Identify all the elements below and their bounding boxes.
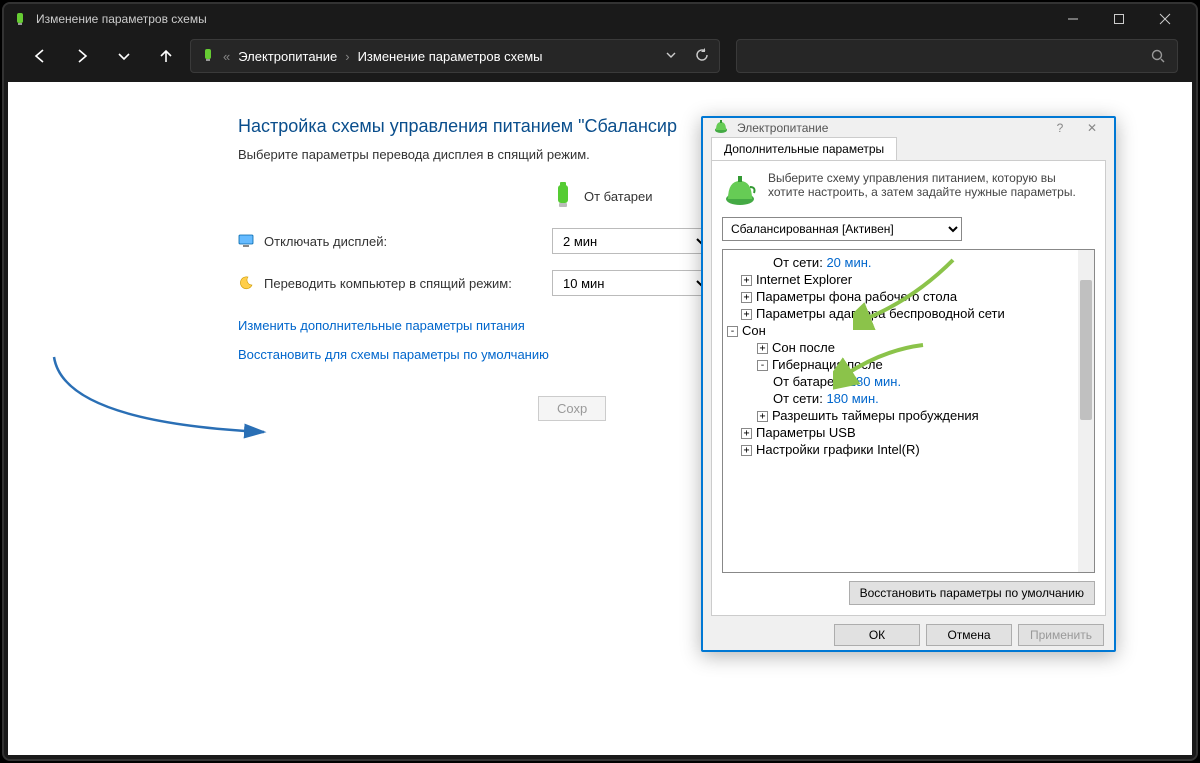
display-timeout-select[interactable]: 2 мин [552,228,710,254]
tree-node-intel[interactable]: +Настройки графики Intel(R) [741,441,1092,458]
dialog-close-button[interactable]: ✕ [1080,121,1104,135]
kettle-icon [713,118,729,137]
monitor-icon [238,233,254,249]
tree-node-hib-network[interactable]: От сети: 180 мин. [773,390,1092,407]
dialog-title: Электропитание [737,121,828,135]
search-bar[interactable] [736,39,1178,73]
tree-node-hibernate-after[interactable]: -Гибернация после [757,356,1092,373]
dialog-tab-advanced[interactable]: Дополнительные параметры [711,137,897,160]
navbar: « Электропитание › Изменение параметров … [4,34,1196,78]
expand-icon[interactable]: + [757,411,768,422]
breadcrumb-1[interactable]: Электропитание [238,49,337,64]
help-button[interactable]: ? [1048,121,1072,135]
highlight-box [725,458,1075,568]
tree-node-usb[interactable]: +Параметры USB [741,424,1092,441]
power-options-dialog: Электропитание ? ✕ Дополнительные параме… [701,116,1116,652]
history-button[interactable] [106,38,142,74]
titlebar: Изменение параметров схемы [4,4,1196,34]
cancel-button[interactable]: Отмена [926,624,1012,646]
kettle-icon-large [722,171,758,207]
tree-scrollbar[interactable] [1078,250,1094,572]
collapse-icon[interactable]: - [757,360,768,371]
dialog-description: Выберите схему управления питанием, кото… [722,171,1095,207]
breadcrumb-prefix-icon: « [223,49,230,64]
expand-icon[interactable]: + [757,343,768,354]
expand-icon[interactable]: + [741,445,752,456]
address-bar[interactable]: « Электропитание › Изменение параметров … [190,39,720,73]
scrollbar-thumb[interactable] [1080,280,1092,420]
tree-node-from-network[interactable]: От сети: 20 мин. [773,254,1092,271]
back-button[interactable] [22,38,58,74]
row-display-label: Отключать дисплей: [264,234,387,249]
collapse-icon[interactable]: - [727,326,738,337]
refresh-button[interactable] [695,48,709,65]
row-sleep-label: Переводить компьютер в спящий режим: [264,276,512,291]
maximize-button[interactable] [1096,4,1142,34]
moon-icon [238,275,254,291]
ok-button[interactable]: ОК [834,624,920,646]
tree-node-wifi[interactable]: +Параметры адаптера беспроводной сети [741,305,1092,322]
address-dropdown-button[interactable] [665,49,677,64]
expand-icon[interactable]: + [741,275,752,286]
search-icon [1151,49,1165,63]
apply-button[interactable]: Применить [1018,624,1104,646]
tree-node-desktop-bg[interactable]: +Параметры фона рабочего стола [741,288,1092,305]
expand-icon[interactable]: + [741,428,752,439]
forward-button[interactable] [64,38,100,74]
window-title: Изменение параметров схемы [36,12,1050,26]
tree-node-sleep[interactable]: -Сон [727,322,1092,339]
restore-defaults-button[interactable]: Восстановить параметры по умолчанию [849,581,1095,605]
minimize-button[interactable] [1050,4,1096,34]
dialog-titlebar: Электропитание ? ✕ [703,118,1114,137]
up-button[interactable] [148,38,184,74]
tree-node-sleep-after[interactable]: +Сон после [757,339,1092,356]
save-button[interactable]: Сохр [538,396,606,421]
column-header-battery-label: От батареи [584,189,653,204]
close-button[interactable] [1142,4,1188,34]
sleep-timeout-select[interactable]: 10 мин [552,270,710,296]
dialog-button-row: ОК Отмена Применить [703,616,1114,654]
tree-node-wake-timers[interactable]: +Разрешить таймеры пробуждения [757,407,1092,424]
app-icon [12,11,28,27]
battery-icon [552,182,574,210]
tree-node-ie[interactable]: +Internet Explorer [741,271,1092,288]
dialog-body: Выберите схему управления питанием, кото… [711,160,1106,616]
tree-node-hib-battery[interactable]: От батареи: 180 мин. [773,373,1092,390]
chevron-right-icon: › [345,49,349,64]
power-scheme-select[interactable]: Сбалансированная [Активен] [722,217,962,241]
breadcrumb-2[interactable]: Изменение параметров схемы [358,49,543,64]
expand-icon[interactable]: + [741,309,752,320]
battery-icon [201,47,215,66]
expand-icon[interactable]: + [741,292,752,303]
settings-tree[interactable]: От сети: 20 мин. +Internet Explorer +Пар… [722,249,1095,573]
